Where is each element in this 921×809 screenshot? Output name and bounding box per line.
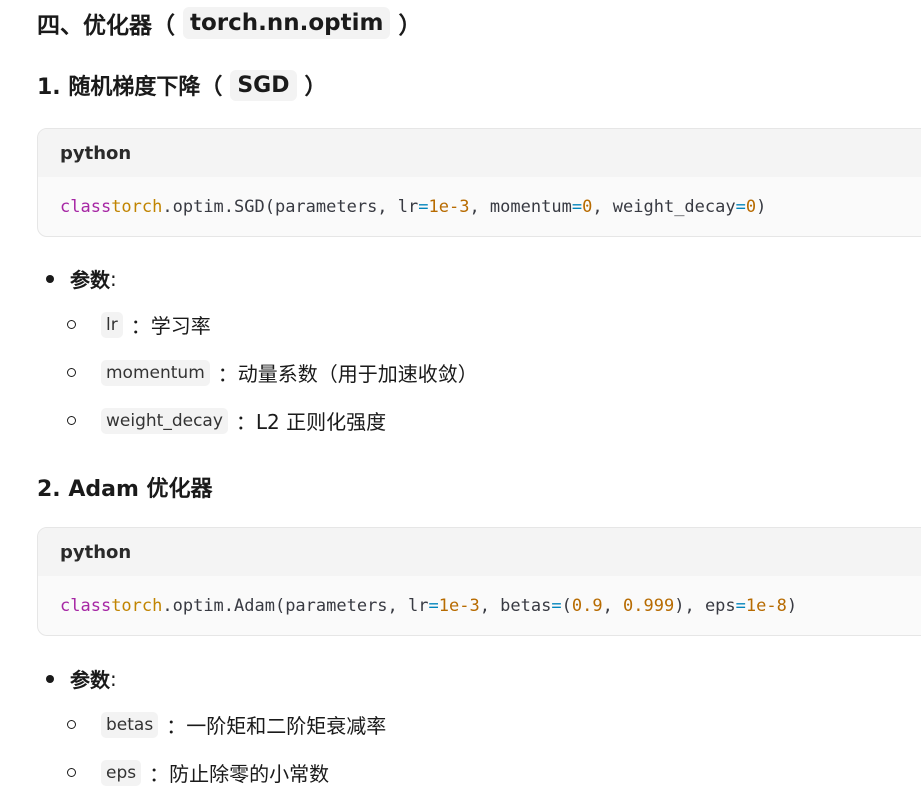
- code-line-sgd: class torch .optim.SGD(parameters, lr = 1e-…: [38, 177, 921, 236]
- code-operator: =: [551, 595, 562, 616]
- subheading-adam-text: 2. Adam 优化器: [37, 477, 213, 502]
- subheading-sgd: 1. 随机梯度下降（ SGD ）: [37, 69, 327, 101]
- list-item-params: 参数:: [46, 664, 117, 693]
- bullet-circle-icon: [67, 768, 76, 777]
- bullet-circle-icon: [67, 320, 76, 329]
- document-page: 四、优化器（ torch.nn.optim ） 1. 随机梯度下降（ SGD ）…: [0, 0, 921, 809]
- code-operator: =: [735, 196, 746, 217]
- code-text: .optim.SGD(parameters, lr: [162, 196, 419, 217]
- subheading-adam: 2. Adam 优化器: [37, 471, 213, 503]
- list-item-param-betas: betas ：一阶矩和二阶矩衰减率: [67, 710, 386, 739]
- code-number: 0.9: [571, 595, 603, 616]
- inline-code-param: betas: [101, 711, 159, 738]
- bullet-dot-icon: [46, 674, 54, 683]
- code-operator: =: [735, 595, 746, 616]
- inline-code-param: momentum: [101, 359, 210, 386]
- bullet-dot-icon: [46, 274, 54, 283]
- subheading-sgd-prefix: 1. 随机梯度下降（: [37, 75, 223, 100]
- inline-code-sgd: SGD: [230, 69, 297, 101]
- code-operator: =: [418, 196, 429, 217]
- code-block-sgd: python class torch .optim.SGD(parameters,…: [37, 128, 921, 237]
- code-keyword: class: [60, 595, 112, 616]
- code-text: ): [756, 196, 767, 217]
- param-description: ：一阶矩和二阶矩衰减率: [166, 714, 387, 738]
- section-heading-prefix: 四、优化器（: [37, 13, 175, 39]
- code-operator: =: [428, 595, 439, 616]
- section-heading-suffix: ）: [398, 13, 422, 39]
- code-block-adam: python class torch .optim.Adam(parameters…: [37, 527, 921, 636]
- code-number: 1e-8: [745, 595, 787, 616]
- param-description: ：动量系数（用于加速收敛）: [217, 362, 478, 386]
- bullet-circle-icon: [67, 416, 76, 425]
- bullet-circle-icon: [67, 368, 76, 377]
- param-description: ：学习率: [130, 314, 211, 338]
- subheading-sgd-suffix: ）: [304, 75, 327, 100]
- code-text: (: [561, 595, 572, 616]
- code-number: 0.999: [623, 595, 675, 616]
- params-colon: :: [110, 266, 117, 291]
- param-description: ：防止除零的小常数: [149, 762, 330, 786]
- param-description: ：L2 正则化强度: [235, 410, 387, 434]
- params-label: 参数: [70, 268, 110, 292]
- params-label: 参数: [70, 668, 110, 692]
- code-number: 1e-3: [428, 196, 470, 217]
- code-text: , betas: [479, 595, 552, 616]
- code-text: .optim.Adam(parameters, lr: [162, 595, 429, 616]
- section-heading-optimizer: 四、优化器（ torch.nn.optim ）: [37, 6, 421, 40]
- code-text: ): [786, 595, 798, 616]
- list-item-param-momentum: momentum ：动量系数（用于加速收敛）: [67, 358, 478, 387]
- code-language-label: python: [38, 528, 921, 576]
- inline-code-param: eps: [101, 759, 142, 786]
- code-number: 1e-3: [438, 595, 480, 616]
- code-module: torch: [111, 196, 163, 217]
- inline-code-param: weight_decay: [101, 407, 228, 434]
- code-operator: =: [571, 196, 583, 217]
- code-language-label: python: [38, 129, 921, 177]
- code-number: 0: [745, 196, 757, 217]
- code-line-adam: class torch .optim.Adam(parameters, lr = 1e…: [38, 576, 921, 635]
- list-item-param-lr: lr ：学习率: [67, 310, 211, 339]
- bullet-circle-icon: [67, 720, 76, 729]
- code-module: torch: [111, 595, 163, 616]
- code-text: ,: [602, 595, 624, 616]
- code-number: 0: [582, 196, 593, 217]
- params-colon: :: [110, 666, 117, 691]
- list-item-params: 参数:: [46, 264, 117, 293]
- code-text: , weight_decay: [592, 196, 736, 217]
- inline-code-param: lr: [101, 311, 123, 338]
- code-keyword: class: [60, 196, 112, 217]
- list-item-param-weight-decay: weight_decay ：L2 正则化强度: [67, 406, 386, 435]
- code-text: ), eps: [674, 595, 736, 616]
- list-item-param-eps: eps ：防止除零的小常数: [67, 758, 329, 787]
- inline-code-torch-nn-optim: torch.nn.optim: [183, 7, 391, 39]
- code-text: , momentum: [469, 196, 572, 217]
